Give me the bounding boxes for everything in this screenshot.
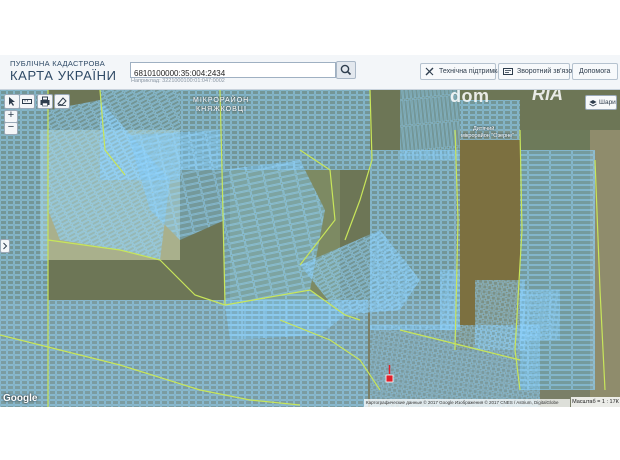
brand-subtitle: ПУБЛІЧНА КАДАСТРОВА xyxy=(10,59,105,68)
poi-label-line1: Дитячий xyxy=(473,126,495,132)
measure-tool-button[interactable] xyxy=(19,94,35,109)
feedback-icon xyxy=(503,68,513,75)
minus-icon: − xyxy=(7,121,15,133)
feedback-label: Зворотний зв'язок xyxy=(517,68,576,75)
map-canvas[interactable]: + − МІКРОРАЙОН КНЯЖКОВЦІ Дитячий мікрора… xyxy=(0,90,620,407)
layers-button[interactable]: Шари xyxy=(585,95,617,110)
district-label-line2: КНЯЖКОВЦІ xyxy=(196,106,247,113)
identify-tool-button[interactable] xyxy=(4,94,20,109)
top-bar: ПУБЛІЧНА КАДАСТРОВА КАРТА УКРАЇНИ Наприк… xyxy=(0,55,620,90)
side-panel-toggle[interactable] xyxy=(0,239,10,253)
wrench-icon xyxy=(425,67,434,76)
brand-title: КАРТА УКРАЇНИ xyxy=(10,68,117,83)
help-label: Допомога xyxy=(579,68,611,75)
cadastral-map-app: ПУБЛІЧНА КАДАСТРОВА КАРТА УКРАЇНИ Наприк… xyxy=(0,55,620,407)
zoom-out-button[interactable]: − xyxy=(4,121,18,135)
cursor-icon xyxy=(9,97,15,106)
help-button[interactable]: Допомога xyxy=(572,63,618,80)
clear-tool-button[interactable] xyxy=(54,94,70,109)
selected-parcel-marker[interactable] xyxy=(385,374,394,383)
google-logo: Google xyxy=(3,393,38,404)
eraser-icon xyxy=(57,97,67,106)
chevron-right-icon xyxy=(3,242,8,250)
search-box xyxy=(130,62,336,81)
feedback-button[interactable]: Зворотний зв'язок xyxy=(498,63,575,80)
plus-icon: + xyxy=(7,109,15,121)
layers-label: Шари xyxy=(599,99,616,106)
tech-support-button[interactable]: Технічна підтримка xyxy=(420,63,501,80)
map-attribution[interactable]: Картографические данные © 2017 Google Из… xyxy=(364,399,570,407)
ruler-icon xyxy=(22,99,32,104)
scale-readout: Масштаб = 1 : 17К xyxy=(571,397,620,407)
layers-icon xyxy=(589,99,597,106)
watermark-dom: dom xyxy=(450,90,490,106)
search-example-hint: Наприклад: 3221000100:01:047:0002 xyxy=(131,78,225,84)
watermark-ria: RIA xyxy=(532,90,563,104)
district-label-line1: МІКРОРАЙОН xyxy=(193,97,250,104)
poi-label-line2: мікрорайон "Озерне" xyxy=(461,133,515,139)
printer-icon xyxy=(40,96,50,107)
tech-support-label: Технічна підтримка xyxy=(439,68,502,75)
search-icon xyxy=(340,64,352,76)
print-button[interactable] xyxy=(37,94,53,109)
satellite-imagery xyxy=(0,90,620,407)
search-button[interactable] xyxy=(336,61,356,79)
